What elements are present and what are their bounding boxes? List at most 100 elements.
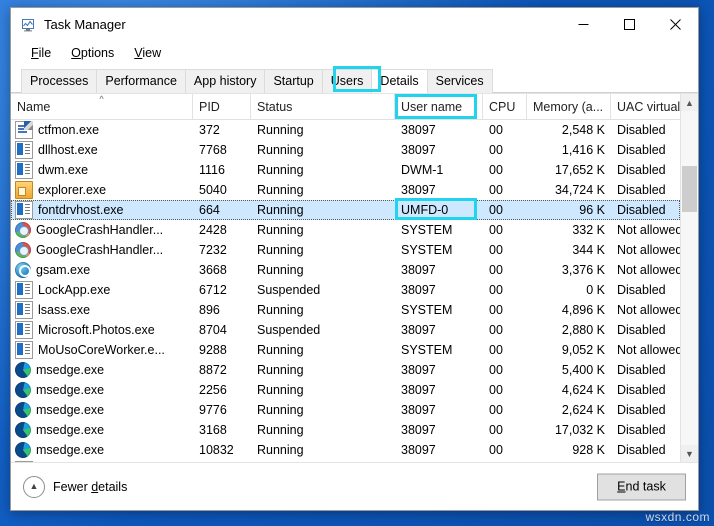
close-icon[interactable] <box>652 8 698 41</box>
cell-cpu: 00 <box>489 443 503 457</box>
window-controls <box>560 8 698 41</box>
vertical-scrollbar[interactable]: ▲ ▼ <box>680 94 698 462</box>
cell-memory: 4,896 K <box>561 303 605 317</box>
cell-user-name: 38097 <box>401 383 436 397</box>
cell-cpu: 00 <box>489 423 503 437</box>
scrollbar-track[interactable] <box>681 111 698 445</box>
cell-cpu: 00 <box>489 183 503 197</box>
table-row[interactable]: GoogleCrashHandler... 2428 Running SYSTEM 00… <box>11 220 680 240</box>
cell-pid: 7768 <box>199 143 227 157</box>
process-list-panel: Name ^ PID Status User name CPU Memory (… <box>11 93 698 462</box>
scroll-down-icon[interactable]: ▼ <box>681 445 698 462</box>
table-row[interactable]: LockApp.exe 6712 Suspended 38097 00 0 K Disabl… <box>11 280 680 300</box>
process-name-label: MoUsoCoreWorker.e... <box>38 343 165 357</box>
cell-cpu: 00 <box>489 143 503 157</box>
menu-item-view[interactable]: View <box>124 44 171 63</box>
cell-pid: 8704 <box>199 323 227 337</box>
cell-process-name: GoogleCrashHandler... <box>11 240 193 260</box>
cell-process-name: Microsoft.Photos.exe <box>11 320 193 340</box>
cell-user-name: SYSTEM <box>401 243 453 257</box>
generic-app-icon <box>15 341 33 359</box>
fewer-details-button[interactable]: ▲ Fewer details <box>23 475 127 498</box>
process-name-label: msedge.exe <box>36 403 105 417</box>
cell-pid: 7232 <box>199 243 227 257</box>
cell-status: Running <box>257 443 304 457</box>
tab-details[interactable]: Details <box>371 69 428 93</box>
maximize-icon[interactable] <box>606 8 652 41</box>
cell-pid: 6712 <box>199 283 227 297</box>
table-row[interactable]: ctfmon.exe 372 Running 38097 00 2,548 K Disabl… <box>11 120 680 140</box>
tab-services[interactable]: Services <box>426 69 493 93</box>
cell-memory: 4,624 K <box>561 383 605 397</box>
cell-user-name: SYSTEM <box>401 223 453 237</box>
sort-ascending-icon: ^ <box>99 94 104 104</box>
table-row[interactable]: MoUsoCoreWorker.e... 9288 Running SYSTEM 00 9… <box>11 340 680 360</box>
table-row[interactable]: msedge.exe 2256 Running 38097 00 4,624 K Disab… <box>11 380 680 400</box>
table-row[interactable]: msedge.exe 3168 Running 38097 00 17,032 K Disa… <box>11 420 680 440</box>
table-row[interactable]: msedge.exe 9776 Running 38097 00 2,624 K Disab… <box>11 400 680 420</box>
site-watermark: wsxdn.com <box>645 510 710 524</box>
cell-user-name: SYSTEM <box>401 343 453 357</box>
cell-user-name: UMFD-0 <box>401 203 449 217</box>
cell-uac-virtualization: Not allowed <box>617 303 680 317</box>
process-name-label: msedge.exe <box>36 383 105 397</box>
cell-pid: 664 <box>199 203 220 217</box>
tab-processes[interactable]: Processes <box>21 69 98 93</box>
end-task-button[interactable]: End task <box>597 473 686 500</box>
cell-memory: 1,416 K <box>561 143 605 157</box>
cell-process-name: msedge.exe <box>11 380 193 400</box>
cell-uac-virtualization: Disabled <box>617 203 666 217</box>
column-header-uac-virtualization[interactable]: UAC virtualizat... <box>611 94 680 119</box>
table-row[interactable]: dllhost.exe 7768 Running 38097 00 1,416 K Disa… <box>11 140 680 160</box>
cell-user-name: SYSTEM <box>401 303 453 317</box>
end-task-label: End task <box>617 479 666 494</box>
cell-memory: 17,032 K <box>554 423 605 437</box>
table-row[interactable]: gsam.exe 3668 Running 38097 00 3,376 K Not all… <box>11 260 680 280</box>
cell-status: Running <box>257 423 304 437</box>
cell-cpu: 00 <box>489 123 503 137</box>
table-row[interactable]: fontdrvhost.exe 664 Running UMFD-0 00 96 K Dis… <box>11 200 680 220</box>
cell-process-name: msedge.exe <box>11 400 193 420</box>
table-row[interactable]: msedge.exe 8872 Running 38097 00 5,400 K Disab… <box>11 360 680 380</box>
edge-icon <box>15 362 31 378</box>
process-grid: Name ^ PID Status User name CPU Memory (… <box>11 94 680 462</box>
menu-item-file[interactable]: FFileile <box>21 44 61 63</box>
pen-document-icon <box>15 121 33 139</box>
column-header-memory[interactable]: Memory (a... <box>527 94 611 119</box>
cell-cpu: 00 <box>489 203 503 217</box>
minimize-icon[interactable] <box>560 8 606 41</box>
task-manager-icon <box>20 17 36 33</box>
cell-process-name: lsass.exe <box>11 300 193 320</box>
column-header-cpu[interactable]: CPU <box>483 94 527 119</box>
tab-startup[interactable]: Startup <box>264 69 323 93</box>
table-row[interactable]: dwm.exe 1116 Running DWM-1 00 17,652 K Disable… <box>11 160 680 180</box>
tab-users[interactable]: Users <box>321 69 373 93</box>
cell-cpu: 00 <box>489 283 503 297</box>
cell-uac-virtualization: Disabled <box>617 383 666 397</box>
cell-memory: 3,376 K <box>561 263 605 277</box>
process-name-label: GoogleCrashHandler... <box>36 243 164 257</box>
table-row[interactable]: explorer.exe 5040 Running 38097 00 34,724 K Di… <box>11 180 680 200</box>
cell-memory: 2,624 K <box>561 403 605 417</box>
scroll-up-icon[interactable]: ▲ <box>681 94 698 111</box>
column-header-user-name[interactable]: User name <box>395 94 483 119</box>
table-row[interactable]: msedge.exe 10832 Running 38097 00 928 K Disabl… <box>11 440 680 460</box>
column-header-status[interactable]: Status <box>251 94 395 119</box>
column-header-name[interactable]: Name ^ <box>11 94 193 119</box>
table-row[interactable]: GoogleCrashHandler... 7232 Running SYSTEM 00… <box>11 240 680 260</box>
table-row[interactable]: Microsoft.Photos.exe 8704 Suspended 38097 00… <box>11 320 680 340</box>
scrollbar-thumb[interactable] <box>682 166 697 212</box>
cell-user-name: 38097 <box>401 183 436 197</box>
cell-status: Running <box>257 383 304 397</box>
tab-performance[interactable]: Performance <box>96 69 186 93</box>
generic-app-icon <box>15 301 33 319</box>
cell-pid: 3168 <box>199 423 227 437</box>
table-row[interactable]: lsass.exe 896 Running SYSTEM 00 4,896 K Not al… <box>11 300 680 320</box>
column-header-pid[interactable]: PID <box>193 94 251 119</box>
tab-app-history[interactable]: App history <box>184 69 266 93</box>
folder-icon <box>15 181 33 199</box>
menu-item-options[interactable]: Options <box>61 44 124 63</box>
cell-uac-virtualization: Not allowed <box>617 263 680 277</box>
cell-process-name: dllhost.exe <box>11 140 193 160</box>
cell-process-name: GoogleCrashHandler... <box>11 220 193 240</box>
